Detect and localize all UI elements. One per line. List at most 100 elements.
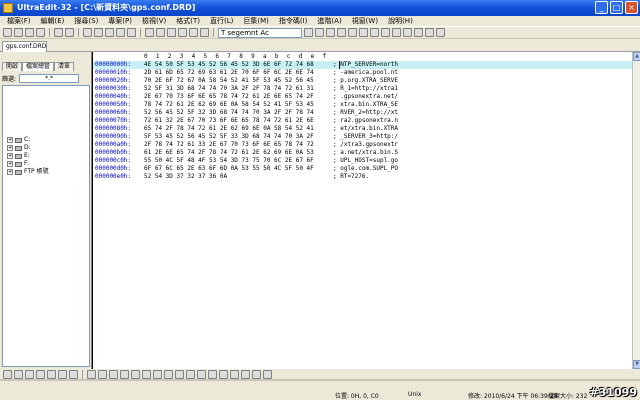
expand-icon[interactable]: + (7, 161, 13, 167)
close-button[interactable]: × (625, 1, 638, 14)
tab-explorer[interactable]: 檔案總管 (22, 62, 55, 71)
color-picker-icon[interactable] (263, 369, 272, 379)
outdent-icon[interactable] (109, 369, 118, 379)
hex-row[interactable]: 000000c0h: 55 50 4C 5F 48 4F 53 54 3D 73 … (93, 157, 632, 165)
new-file-icon[interactable] (3, 28, 12, 37)
column-mode-icon[interactable] (337, 28, 346, 37)
row-ascii-text[interactable]: ; ra2.gpsonextra.n (333, 117, 398, 125)
expand-icon[interactable]: + (7, 145, 13, 151)
link-icon[interactable] (208, 369, 217, 379)
sort-icon[interactable] (164, 369, 173, 379)
menu-search[interactable]: 搜尋(S) (69, 16, 103, 26)
menu-macro[interactable]: 巨集(M) (238, 16, 274, 26)
row-ascii-text[interactable]: ; R_1=http://xtra1 (333, 85, 398, 93)
globe-icon[interactable] (200, 28, 209, 37)
row-hex-bytes[interactable]: 52 5F 31 3D 68 74 74 70 3A 2F 2F 78 74 7… (144, 85, 314, 93)
row-hex-bytes[interactable]: 65 74 2F 78 74 72 61 2E 62 69 6E 0A 58 5… (144, 125, 314, 133)
row-hex-bytes[interactable]: 78 74 72 61 2E 62 69 6E 0A 58 54 52 41 5… (144, 101, 314, 109)
settings-icon[interactable] (403, 28, 412, 37)
hex-row[interactable]: 000000b0h: 61 2E 6E 65 74 2F 78 74 72 61 … (93, 149, 632, 157)
validate-icon[interactable] (252, 369, 261, 379)
row-ascii-text[interactable]: ; _SERVER_3=http:/ (333, 133, 398, 141)
row-ascii-text[interactable]: ; a.net/xtra.bin.S (333, 149, 398, 157)
filter-input[interactable]: *.* (19, 73, 80, 83)
bookmark-icon[interactable] (304, 28, 313, 37)
hex-row[interactable]: 00000040h: 2E 67 70 73 6F 6E 65 78 74 72 … (93, 93, 632, 101)
checkbox-icon[interactable] (175, 369, 184, 379)
template-icon[interactable] (58, 369, 67, 379)
undo-icon[interactable] (116, 28, 125, 37)
find-icon[interactable] (145, 28, 154, 37)
row-hex-bytes[interactable]: 5F 53 45 52 56 45 52 5F 33 3D 68 74 74 7… (144, 133, 314, 141)
function-list-icon[interactable] (25, 369, 34, 379)
row-ascii-text[interactable]: ; -america.pool.nt (333, 69, 398, 77)
hex-row[interactable]: 00000030h: 52 5F 31 3D 68 74 74 70 3A 2F … (93, 85, 632, 93)
menu-script[interactable]: 指令碼(I) (274, 16, 313, 26)
maximize-button[interactable]: □ (610, 1, 623, 14)
hex-row[interactable]: 00000070h: 72 61 32 2E 67 70 73 6F 6E 65 … (93, 117, 632, 125)
hex-row[interactable]: 000000e0h: 52 54 3D 37 32 37 36 0A ; RT=72… (93, 173, 632, 181)
hex-row[interactable]: 00000020h: 70 2E 6F 72 67 0A 58 54 52 41 … (93, 77, 632, 85)
scroll-up-icon[interactable]: ▲ (633, 52, 640, 61)
macro-play-icon[interactable] (359, 28, 368, 37)
hex-row[interactable]: 00000010h: 2D 61 6D 65 72 69 63 61 2E 70 … (93, 69, 632, 77)
row-ascii-text[interactable]: ; UPL_HOST=supl.go (333, 157, 398, 165)
tree-item-c[interactable]: + C: (3, 136, 89, 144)
tree-item-f[interactable]: + F: (3, 160, 89, 168)
menu-column[interactable]: 直行(L) (205, 16, 238, 26)
ftp-icon[interactable] (392, 28, 401, 37)
tag-list-icon[interactable] (36, 369, 45, 379)
save-icon[interactable] (25, 28, 34, 37)
hex-row[interactable]: 00000080h: 65 74 2F 78 74 72 61 2E 62 69 … (93, 125, 632, 133)
web-icon[interactable] (425, 28, 434, 37)
row-hex-bytes[interactable]: 6F 67 6C 65 2E 63 6F 6D 0A 53 55 50 4C 5… (144, 165, 314, 173)
expand-icon[interactable]: + (7, 169, 13, 175)
menu-format[interactable]: 格式(T) (171, 16, 205, 26)
menu-window[interactable]: 視窗(W) (347, 16, 383, 26)
hex-mode-icon[interactable] (178, 28, 187, 37)
browser-icon[interactable] (241, 369, 250, 379)
row-hex-bytes[interactable]: 52 54 3D 37 32 37 36 0A (144, 173, 227, 181)
row-hex-bytes[interactable]: 4E 54 50 5F 53 45 52 56 45 52 3D 6E 6F 7… (144, 61, 314, 69)
row-ascii-text[interactable]: ; RT=7276. (333, 173, 369, 181)
menu-file[interactable]: 檔案(F) (2, 16, 36, 26)
row-hex-bytes[interactable]: 2D 61 6D 65 72 69 63 61 2E 70 6F 6F 6C 2… (144, 69, 314, 77)
output-window-icon[interactable] (14, 369, 23, 379)
expand-icon[interactable]: + (7, 137, 13, 143)
table-icon[interactable] (219, 369, 228, 379)
ruler-icon[interactable] (186, 369, 195, 379)
row-ascii-text[interactable]: ; .gpsonextra.net/ (333, 93, 398, 101)
row-hex-bytes[interactable]: 61 2E 6E 65 74 2F 78 74 72 61 2E 62 69 6… (144, 149, 314, 157)
expand-icon[interactable]: + (7, 153, 13, 159)
row-ascii-text[interactable]: ; et/xtra.bin.XTRA (333, 125, 398, 133)
row-ascii-text[interactable]: ; RVER_2=http://xt (333, 109, 398, 117)
hex-row[interactable]: 000000d0h: 6F 67 6C 65 2E 63 6F 6D 0A 53 … (93, 165, 632, 173)
spell-check-icon[interactable] (370, 28, 379, 37)
menu-edit[interactable]: 編輯(E) (36, 16, 70, 26)
help-icon[interactable] (436, 28, 445, 37)
macro-record-icon[interactable] (348, 28, 357, 37)
redo-icon[interactable] (127, 28, 136, 37)
uppercase-icon[interactable] (142, 369, 151, 379)
image-icon[interactable] (197, 369, 206, 379)
row-ascii-text[interactable]: ; /xtra3.gpsonextr (333, 141, 398, 149)
vertical-scrollbar[interactable]: ▲ ▼ (632, 52, 640, 369)
row-hex-bytes[interactable]: 2E 67 70 73 6F 6E 65 78 74 72 61 2E 6E 6… (144, 93, 314, 101)
comment-icon[interactable] (120, 369, 129, 379)
indent-icon[interactable] (98, 369, 107, 379)
prev-bookmark-icon[interactable] (326, 28, 335, 37)
hex-editor[interactable]: 01234567 8 9 abcdef 00000000h: 4E 54 50 5F 5… (93, 52, 632, 369)
app-icon[interactable] (3, 3, 13, 13)
next-bookmark-icon[interactable] (315, 28, 324, 37)
find-in-files-icon[interactable] (167, 28, 176, 37)
lowercase-icon[interactable] (153, 369, 162, 379)
preview-icon[interactable] (230, 369, 239, 379)
hex-row[interactable]: 00000050h: 78 74 72 61 2E 62 69 6E 0A 58 … (93, 101, 632, 109)
tree-item-e[interactable]: + E: (3, 152, 89, 160)
outline-icon[interactable] (3, 369, 12, 379)
word-wrap-icon[interactable] (189, 28, 198, 37)
file-tab[interactable]: gps.conf.DRD (2, 41, 47, 52)
row-hex-bytes[interactable]: 70 2E 6F 72 67 0A 58 54 52 41 5F 53 45 5… (144, 77, 314, 85)
row-hex-bytes[interactable]: 55 50 4C 5F 48 4F 53 54 3D 73 75 70 6C 2… (144, 157, 314, 165)
clipboard-icon[interactable] (47, 369, 56, 379)
